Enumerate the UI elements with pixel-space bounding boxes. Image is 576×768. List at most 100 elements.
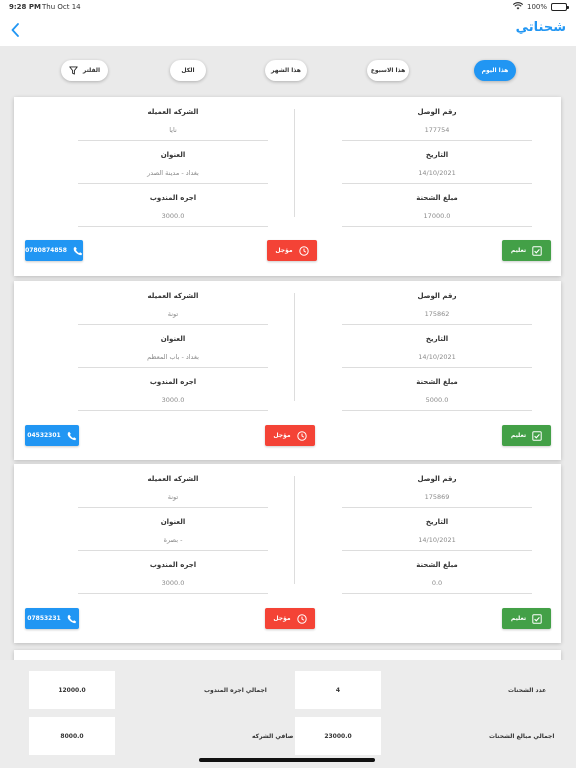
fee-label: اجره المندوب — [149, 194, 197, 202]
date-label: التاريخ — [425, 151, 449, 159]
postpone-label: مؤجل — [273, 432, 291, 439]
client-label: الشركه العميله — [147, 108, 199, 116]
address-value: بغداد - مدينة الصدر — [147, 169, 199, 177]
fee-field: اجره المندوب 3000.0 — [78, 378, 268, 411]
client-value: تونة — [167, 310, 179, 318]
receipt-value: 175869 — [424, 493, 450, 501]
deliver-button[interactable]: تعليم — [502, 425, 551, 446]
address-field: العنوان بغداد - مدينة الصدر — [78, 151, 268, 184]
card-divider — [294, 293, 295, 401]
date-field: التاريخ 14/10/2021 — [342, 151, 532, 184]
phone-number: 07853231 — [27, 615, 61, 622]
fee-value: 3000.0 — [161, 212, 185, 220]
net-company-value: 8000.0 — [29, 717, 115, 755]
date-value: 14/10/2021 — [418, 536, 456, 544]
deliver-label: تعليم — [510, 615, 527, 622]
wifi-icon — [512, 2, 524, 12]
shipment-card: رقم الوصل 175869 التاريخ 14/10/2021 مبلغ ا… — [14, 464, 561, 643]
chevron-left-icon — [11, 23, 19, 37]
amount-label: مبلغ الشحنة — [416, 378, 458, 386]
clock-icon — [298, 245, 309, 256]
clock-icon — [296, 430, 307, 441]
fee-field: اجره المندوب 3000.0 — [78, 194, 268, 227]
back-button[interactable] — [8, 21, 22, 39]
amount-field: مبلغ الشحنة 17000.0 — [342, 194, 532, 227]
amount-field: مبلغ الشحنة 5000.0 — [342, 378, 532, 411]
client-label: الشركه العميله — [147, 292, 199, 300]
battery-percent: 100% — [526, 3, 547, 11]
fee-label: اجره المندوب — [149, 378, 197, 386]
phone-icon — [67, 614, 76, 623]
date-value: 14/10/2021 — [418, 169, 456, 177]
filter-label: هذا اليوم — [481, 67, 509, 74]
receipt-value: 175862 — [424, 310, 450, 318]
address-value: بغداد - باب المعظم — [147, 353, 199, 361]
call-button[interactable]: 04532301 — [25, 425, 79, 446]
date-label: التاريخ — [425, 518, 449, 526]
client-field: الشركه العميله نايا — [78, 108, 268, 141]
postpone-label: مؤجل — [273, 615, 291, 622]
receipt-label: رقم الوصل — [417, 108, 457, 116]
clock-icon — [296, 613, 307, 624]
deliver-button[interactable]: تعليم — [502, 608, 551, 629]
shipment-count-label: عدد الشحنات — [508, 687, 547, 694]
status-date: Thu Oct 14 — [42, 3, 81, 11]
filter-label: هذا الشهر — [271, 67, 301, 74]
receipt-field: رقم الوصل 177754 — [342, 108, 532, 141]
card-divider — [294, 476, 295, 584]
total-fees-label: اجمالي اجره المندوب — [204, 687, 267, 694]
receipt-value: 177754 — [424, 126, 450, 134]
receipt-field: رقم الوصل 175862 — [342, 292, 532, 325]
call-button[interactable]: 07853231 — [25, 608, 79, 629]
filter-today[interactable]: هذا اليوم — [474, 60, 516, 81]
amount-value: 0.0 — [431, 579, 443, 587]
filter-month[interactable]: هذا الشهر — [265, 60, 307, 81]
fee-label: اجره المندوب — [149, 561, 197, 569]
address-field: العنوان بغداد - باب المعظم — [78, 335, 268, 368]
postpone-button[interactable]: مؤجل — [267, 240, 317, 261]
status-time: 9:28 PM — [9, 3, 41, 11]
address-label: العنوان — [160, 151, 186, 159]
page-title: شحناتي — [515, 20, 566, 35]
filter-bar: هذا اليوم هذا الاسبوع هذا الشهر الكل الف… — [0, 60, 576, 82]
amount-value: 5000.0 — [425, 396, 449, 404]
address-value: بصرة - — [163, 536, 183, 544]
home-indicator — [199, 758, 375, 762]
client-value: تونة — [167, 493, 179, 501]
client-field: الشركه العميله تونة — [78, 475, 268, 508]
receipt-label: رقم الوصل — [417, 292, 457, 300]
status-right: 100% — [512, 2, 569, 12]
filter-label: الكل — [181, 67, 195, 74]
filter-all[interactable]: الكل — [170, 60, 206, 81]
filter-button[interactable]: الفلتر — [61, 60, 108, 81]
fee-value: 3000.0 — [161, 396, 185, 404]
postpone-button[interactable]: مؤجل — [265, 425, 315, 446]
deliver-label: تعليم — [510, 247, 527, 254]
checkbox-check-icon — [532, 430, 542, 441]
summary-panel: عدد الشحنات 4 اجمالي اجره المندوب 12000.… — [0, 660, 576, 768]
postpone-label: مؤجل — [275, 247, 293, 254]
deliver-label: تعليم — [510, 432, 527, 439]
amount-label: مبلغ الشحنة — [416, 561, 458, 569]
shipment-count-value: 4 — [295, 671, 381, 709]
date-label: التاريخ — [425, 335, 449, 343]
checkbox-check-icon — [532, 613, 542, 624]
total-amount-value: 23000.0 — [295, 717, 381, 755]
phone-icon — [73, 246, 83, 255]
address-label: العنوان — [160, 335, 186, 343]
status-bar: 9:28 PM Thu Oct 14 100% — [0, 0, 576, 14]
filter-week[interactable]: هذا الاسبوع — [367, 60, 409, 81]
date-field: التاريخ 14/10/2021 — [342, 335, 532, 368]
checkbox-check-icon — [532, 245, 542, 256]
call-button[interactable]: 0780874858 — [25, 240, 83, 261]
total-amount-label: اجمالي مبالغ الشحنات — [489, 733, 555, 740]
date-value: 14/10/2021 — [418, 353, 456, 361]
filter-icon — [69, 66, 78, 75]
amount-field: مبلغ الشحنة 0.0 — [342, 561, 532, 594]
phone-number: 04532301 — [27, 432, 61, 439]
deliver-button[interactable]: تعليم — [502, 240, 551, 261]
nav-bar: شحناتي — [0, 14, 576, 46]
postpone-button[interactable]: مؤجل — [265, 608, 315, 629]
phone-number: 0780874858 — [25, 247, 67, 254]
net-company-label: صافي الشركه — [252, 733, 294, 740]
